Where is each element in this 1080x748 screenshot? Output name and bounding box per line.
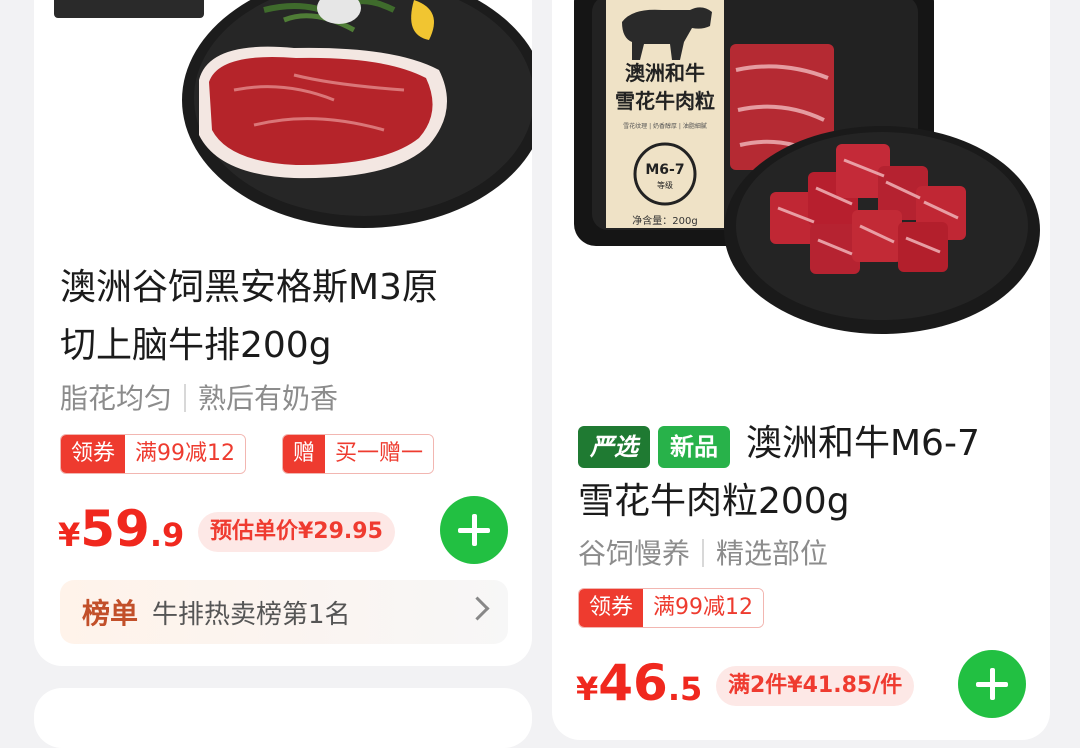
new-product-badge: 新品	[658, 426, 730, 468]
tag-selected-cut: 精选部位	[716, 537, 829, 570]
price-integer: 46	[598, 654, 668, 712]
package-title-line1: 澳洲和牛	[625, 61, 705, 85]
ranking-badge: 榜单	[82, 597, 139, 630]
price-symbol: ¥	[58, 516, 81, 554]
package-net-weight: 净含量：200g	[632, 214, 697, 227]
product-image-steak[interactable]	[34, 0, 532, 254]
product-title-line2[interactable]: 切上脑牛排200g	[60, 320, 332, 372]
gift-tag: 赠	[283, 435, 326, 473]
ranking-text: 牛排热卖榜第1名	[152, 599, 351, 630]
price-decimal: .9	[149, 516, 185, 554]
add-to-cart-button[interactable]	[958, 650, 1026, 718]
multi-buy-price: 满2件¥41.85/件	[716, 666, 915, 706]
tag-milk-aroma: 熟后有奶香	[198, 382, 339, 415]
coupon-tag: 领券	[579, 589, 644, 627]
gift-text: 买一赠一	[325, 435, 434, 473]
coupon-discount[interactable]: 领券 满99减12	[60, 434, 247, 474]
yanxuan-badge: 严选	[578, 426, 650, 468]
product-tagline: 脂花均匀 熟后有奶香	[60, 381, 338, 417]
estimated-unit-price: 预估单价¥29.95	[198, 512, 395, 552]
product-title-line1[interactable]: 澳洲谷饲黑安格斯M3原	[60, 262, 438, 314]
product-image-wagyu[interactable]: 澳洲和牛 雪花牛肉粒 雪花纹理 | 奶香醇厚 | 油脂細膩 M6-7 等级 净含…	[552, 0, 1050, 344]
divider	[184, 384, 187, 412]
price: ¥46.5	[576, 654, 702, 712]
tag-grain-fed: 谷饲慢养	[578, 537, 691, 570]
coupon-tag: 领券	[61, 435, 126, 473]
product-card-next[interactable]	[34, 688, 532, 748]
coupon-discount[interactable]: 领券 满99减12	[578, 588, 765, 628]
chevron-right-icon	[465, 596, 490, 621]
package-features: 雪花纹理 | 奶香醇厚 | 油脂細膩	[623, 122, 707, 130]
ranking-banner[interactable]: 榜单 牛排热卖榜第1名	[60, 580, 508, 644]
package-grade-sub: 等级	[657, 180, 673, 190]
product-title-line1[interactable]: 澳洲和牛M6-7	[746, 418, 980, 470]
package-title-line2: 雪花牛肉粒	[615, 89, 715, 113]
coupon-text: 满99减12	[643, 589, 764, 627]
add-to-cart-button[interactable]	[440, 496, 508, 564]
price-decimal: .5	[667, 670, 703, 708]
price-integer: 59	[80, 500, 150, 558]
product-card-wagyu[interactable]: 澳洲和牛 雪花牛肉粒 雪花纹理 | 奶香醇厚 | 油脂細膩 M6-7 等级 净含…	[552, 0, 1050, 740]
coupon-text: 满99减12	[125, 435, 246, 473]
product-title-line2[interactable]: 雪花牛肉粒200g	[578, 476, 850, 528]
price: ¥59.9	[58, 500, 184, 558]
price-symbol: ¥	[576, 670, 599, 708]
product-tagline: 谷饲慢养 精选部位	[578, 536, 828, 572]
divider	[702, 539, 705, 567]
product-card-steak[interactable]: 澳洲谷饲黑安格斯M3原 切上脑牛排200g 脂花均匀 熟后有奶香 领券 满99减1…	[34, 0, 532, 666]
package-grade: M6-7	[645, 162, 684, 178]
coupon-gift[interactable]: 赠 买一赠一	[282, 434, 435, 474]
tag-fat-marbling: 脂花均匀	[60, 382, 173, 415]
